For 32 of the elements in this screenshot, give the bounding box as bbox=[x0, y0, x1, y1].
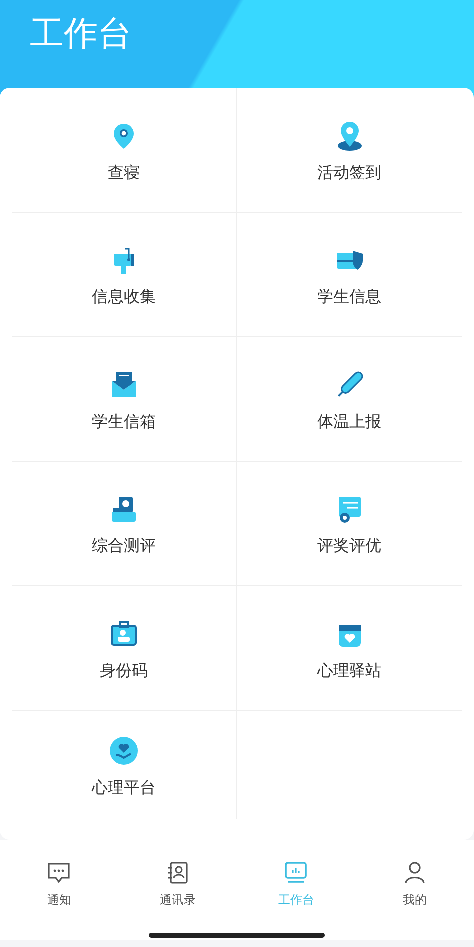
app-tile[interactable]: 信息收集 bbox=[12, 212, 237, 337]
page-title: 工作台 bbox=[30, 13, 132, 56]
tab[interactable]: 我的 bbox=[356, 840, 474, 940]
app-label: 信息收集 bbox=[92, 287, 156, 308]
app-label: 评奖评优 bbox=[318, 536, 382, 556]
app-label: 学生信箱 bbox=[92, 412, 156, 432]
app-label: 综合测评 bbox=[92, 536, 156, 556]
app-tile[interactable]: 身份码 bbox=[12, 586, 237, 710]
app-label: 查寝 bbox=[108, 162, 140, 183]
chat-icon bbox=[46, 860, 72, 886]
monitor-icon bbox=[283, 860, 310, 886]
app-tile[interactable]: 综合测评 bbox=[12, 462, 237, 586]
app-label: 心理驿站 bbox=[318, 660, 382, 681]
app-label: 心理平台 bbox=[92, 778, 156, 798]
app-tile[interactable]: 学生信箱 bbox=[12, 337, 237, 462]
app-label: 身份码 bbox=[100, 660, 148, 681]
app-label: 活动签到 bbox=[318, 162, 382, 183]
heart-hand-icon bbox=[109, 736, 139, 766]
app-label: 体温上报 bbox=[318, 412, 382, 432]
tab[interactable]: 通知 bbox=[0, 840, 118, 940]
app-tile[interactable]: 心理驿站 bbox=[237, 586, 462, 710]
evaluation-icon bbox=[109, 494, 139, 524]
app-tile[interactable]: 评奖评优 bbox=[237, 462, 462, 586]
tab[interactable]: 通讯录 bbox=[118, 840, 237, 940]
app-tile[interactable]: 活动签到 bbox=[237, 88, 462, 212]
app-tile[interactable]: 学生信息 bbox=[237, 212, 462, 337]
app-tile[interactable]: 查寝 bbox=[12, 88, 237, 212]
app-tile[interactable]: 心理平台 bbox=[12, 710, 237, 818]
envelope-icon bbox=[109, 370, 139, 400]
app-tile[interactable]: 体温上报 bbox=[237, 337, 462, 462]
app-label: 学生信息 bbox=[318, 287, 382, 308]
id-badge-icon bbox=[109, 618, 139, 649]
